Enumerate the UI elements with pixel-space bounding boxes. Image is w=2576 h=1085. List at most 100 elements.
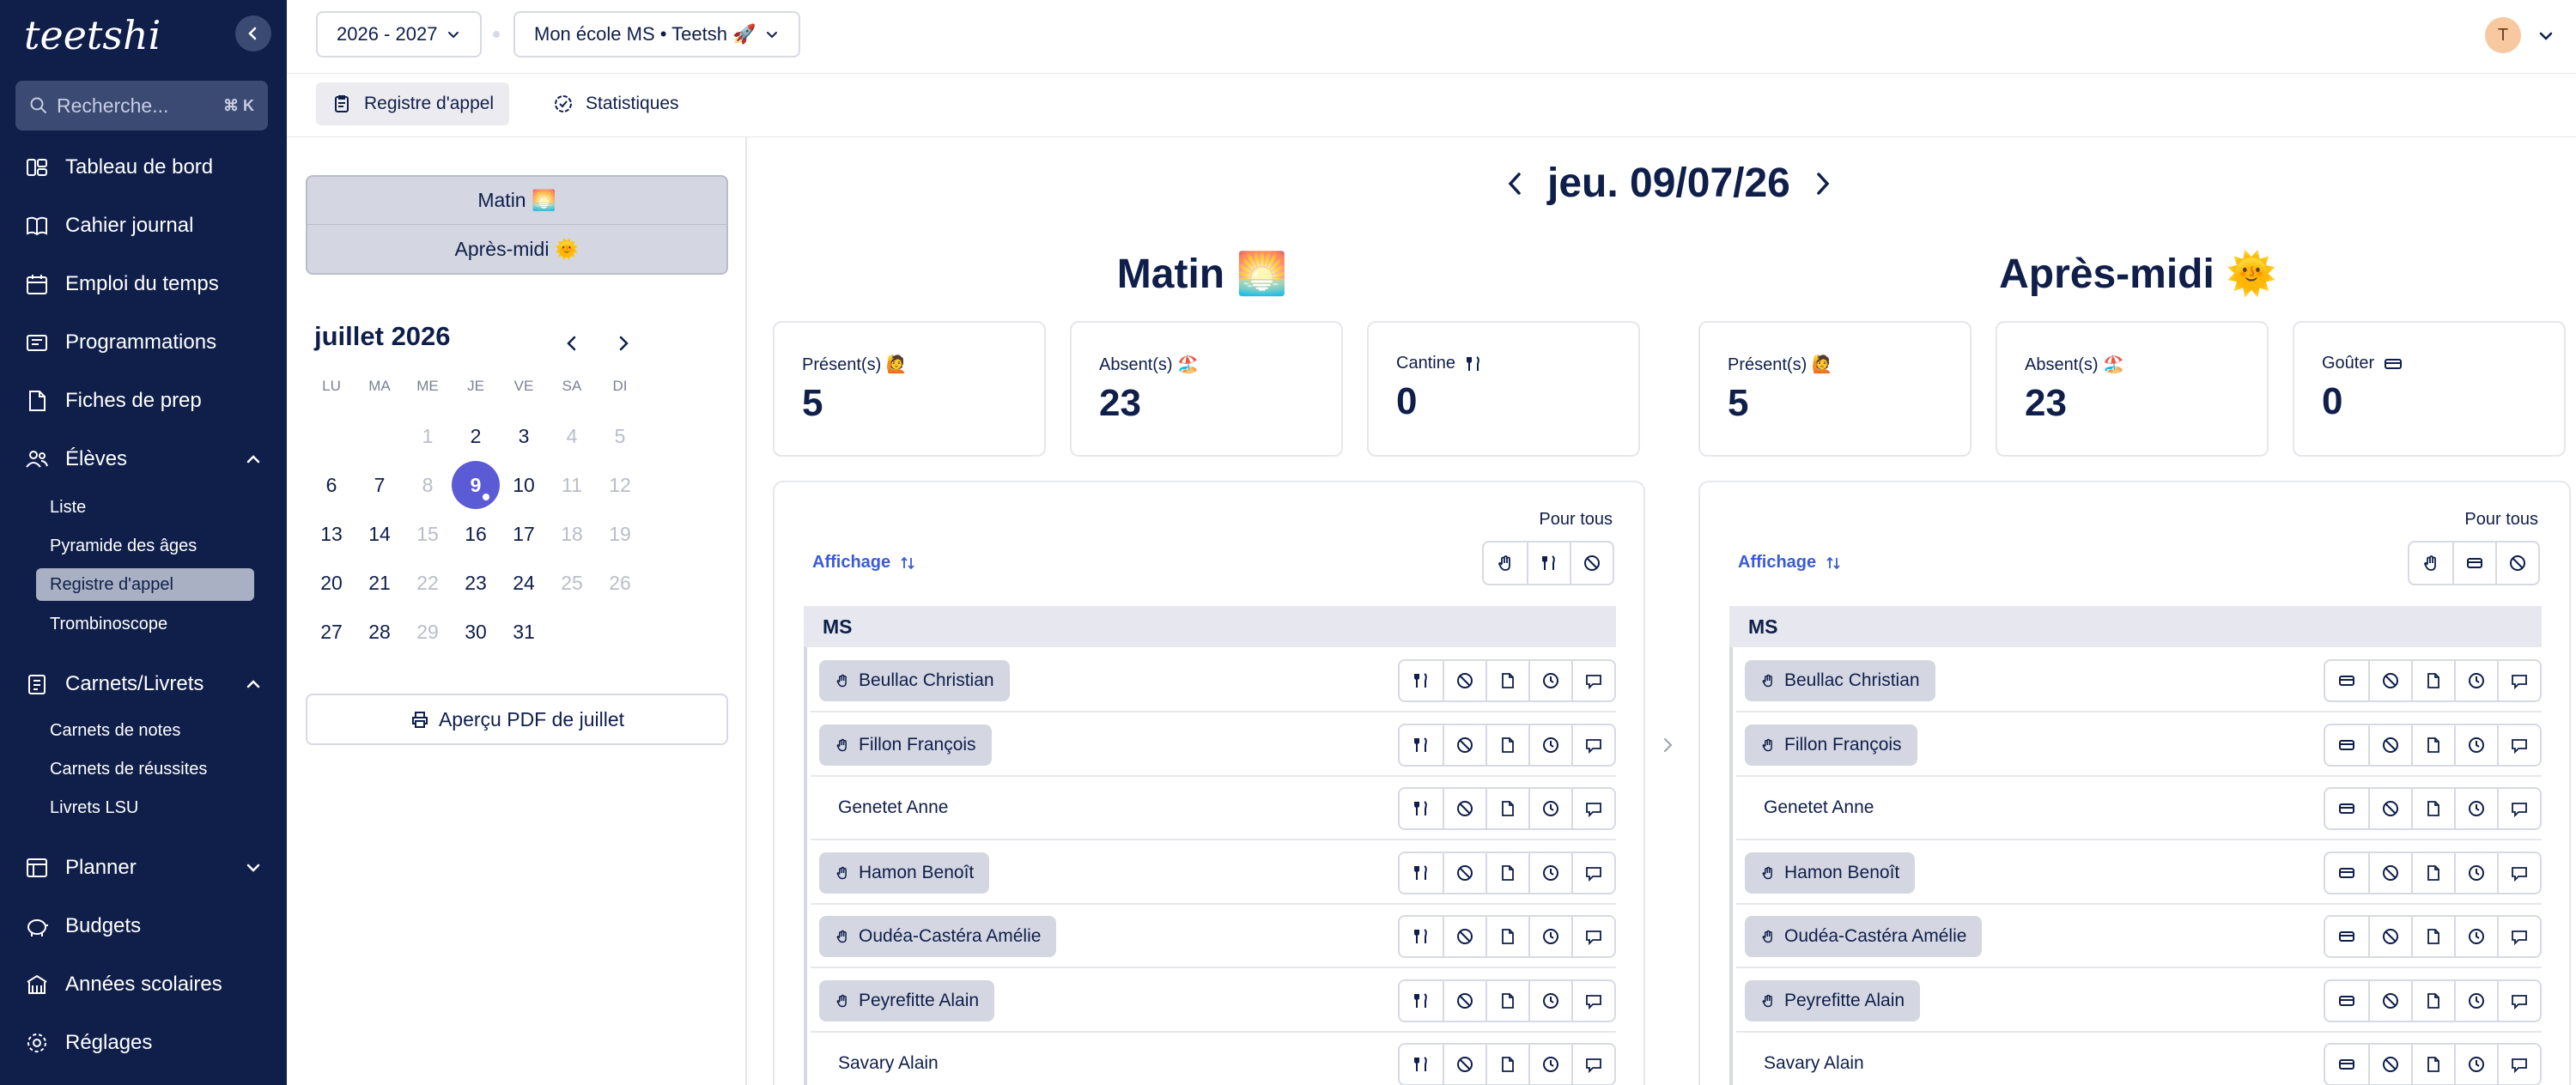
absent-button[interactable] [2368, 917, 2411, 956]
pdf-preview-button[interactable]: Aperçu PDF de juillet [306, 694, 728, 745]
meal-toggle-button[interactable] [2325, 725, 2368, 765]
nav-tableau-de-bord[interactable]: Tableau de bord [24, 155, 263, 180]
absent-button[interactable] [2368, 661, 2411, 700]
calendar-day[interactable]: 10 [500, 461, 548, 509]
absent-button[interactable] [2368, 724, 2411, 765]
student-present-pill[interactable]: Beullac Christian [1745, 660, 1935, 701]
comment-button[interactable] [2497, 852, 2540, 893]
nav-carnets-livrets[interactable]: Carnets/Livrets [24, 671, 263, 697]
tab-registre-d-appel[interactable]: Registre d'appel [316, 82, 510, 125]
absent-button[interactable] [1443, 789, 1485, 828]
comment-button[interactable] [2497, 661, 2540, 700]
calendar-day[interactable]: 22 [404, 559, 452, 607]
justification-button[interactable] [1485, 852, 1528, 893]
comment-button[interactable] [2497, 980, 2540, 1021]
justification-button[interactable] [2411, 1045, 2454, 1084]
meal-toggle-button[interactable] [1400, 981, 1443, 1021]
calendar-day[interactable]: 13 [307, 510, 355, 558]
meal-toggle-button[interactable] [1400, 853, 1443, 893]
sub-pyramide-des-ages[interactable]: Pyramide des âges [36, 530, 254, 562]
justification-button[interactable] [2411, 724, 2454, 765]
mark-all-absent-button[interactable] [2495, 542, 2538, 584]
chevron-down-icon[interactable] [2537, 27, 2555, 45]
student-name[interactable]: Savary Alain [1764, 1053, 1864, 1074]
calendar-day[interactable]: 6 [307, 461, 355, 509]
mark-all-absent-button[interactable] [1570, 542, 1613, 584]
next-month-button[interactable] [606, 326, 641, 361]
previous-day-icon[interactable] [1503, 169, 1528, 198]
comment-button[interactable] [1571, 1045, 1614, 1084]
justification-button[interactable] [2411, 661, 2454, 700]
comment-button[interactable] [1571, 789, 1614, 828]
calendar-day[interactable]: 27 [307, 608, 355, 656]
meal-toggle-button[interactable] [2325, 917, 2368, 956]
avatar[interactable]: T [2485, 17, 2521, 53]
year-select[interactable]: 2026 - 2027 [316, 11, 483, 58]
calendar-day[interactable]: 25 [548, 559, 596, 607]
justification-button[interactable] [1485, 1045, 1528, 1084]
comment-button[interactable] [1571, 917, 1614, 956]
search-input[interactable]: Recherche... ⌘ K [15, 81, 268, 130]
late-button[interactable] [2454, 852, 2497, 893]
calendar-day[interactable]: 12 [596, 461, 644, 509]
affichage-sort-button[interactable]: Affichage [1738, 553, 1842, 573]
calendar-day[interactable]: 3 [500, 412, 548, 460]
calendar-day[interactable]: 4 [548, 412, 596, 460]
shift-matin[interactable]: Matin 🌅 [306, 175, 728, 225]
next-day-icon[interactable] [1809, 169, 1835, 198]
comment-button[interactable] [2497, 917, 2540, 956]
nav-fiches-de-prep[interactable]: Fiches de prep [24, 388, 263, 414]
student-present-pill[interactable]: Beullac Christian [819, 660, 1010, 701]
justification-button[interactable] [2411, 917, 2454, 956]
comment-button[interactable] [2497, 724, 2540, 765]
nav-eleves[interactable]: Élèves [24, 446, 263, 472]
absent-button[interactable] [1443, 917, 1485, 956]
calendar-day-selected[interactable]: 9 [452, 461, 500, 509]
calendar-day[interactable]: 20 [307, 559, 355, 607]
calendar-day[interactable]: 19 [596, 510, 644, 558]
student-name[interactable]: Genetet Anne [838, 797, 948, 818]
calendar-day[interactable]: 26 [596, 559, 644, 607]
justification-button[interactable] [1485, 661, 1528, 700]
absent-button[interactable] [2368, 980, 2411, 1021]
meal-toggle-button[interactable] [2325, 661, 2368, 700]
collapse-sidebar-button[interactable] [235, 15, 271, 52]
comment-button[interactable] [1571, 980, 1614, 1021]
calendar-day[interactable]: 7 [355, 461, 404, 509]
late-button[interactable] [2454, 789, 2497, 828]
justification-button[interactable] [1485, 917, 1528, 956]
calendar-day[interactable]: 28 [355, 608, 404, 656]
meal-toggle-button[interactable] [2325, 853, 2368, 893]
meal-toggle-button[interactable] [1400, 917, 1443, 956]
absent-button[interactable] [1443, 980, 1485, 1021]
sub-registre-d-appel[interactable]: Registre d'appel [36, 568, 254, 601]
student-present-pill[interactable]: Fillon François [1745, 724, 1917, 766]
comment-button[interactable] [1571, 852, 1614, 893]
absent-button[interactable] [2368, 852, 2411, 893]
nav-planner[interactable]: Planner [24, 855, 263, 881]
meal-toggle-button[interactable] [1400, 725, 1443, 765]
justification-button[interactable] [1485, 980, 1528, 1021]
nav-annees-scolaires[interactable]: Années scolaires [24, 972, 263, 997]
nav-reglages[interactable]: Réglages [24, 1030, 263, 1056]
absent-button[interactable] [1443, 661, 1485, 700]
justification-button[interactable] [2411, 980, 2454, 1021]
nav-emploi-du-temps[interactable]: Emploi du temps [24, 271, 263, 297]
mark-all-present-button[interactable] [1484, 542, 1527, 584]
calendar-day[interactable]: 17 [500, 510, 548, 558]
late-button[interactable] [2454, 980, 2497, 1021]
late-button[interactable] [2454, 917, 2497, 956]
late-button[interactable] [2454, 1045, 2497, 1084]
tab-statistiques[interactable]: Statistiques [538, 82, 695, 125]
calendar-day[interactable]: 2 [452, 412, 500, 460]
student-present-pill[interactable]: Fillon François [819, 724, 992, 766]
calendar-day[interactable]: 5 [596, 412, 644, 460]
sub-livrets-lsu[interactable]: Livrets LSU [36, 791, 254, 824]
calendar-day[interactable]: 24 [500, 559, 548, 607]
calendar-day[interactable]: 8 [404, 461, 452, 509]
late-button[interactable] [1528, 917, 1571, 956]
late-button[interactable] [2454, 661, 2497, 700]
nav-budgets[interactable]: Budgets [24, 913, 263, 939]
meal-toggle-button[interactable] [2325, 981, 2368, 1021]
late-button[interactable] [1528, 724, 1571, 765]
